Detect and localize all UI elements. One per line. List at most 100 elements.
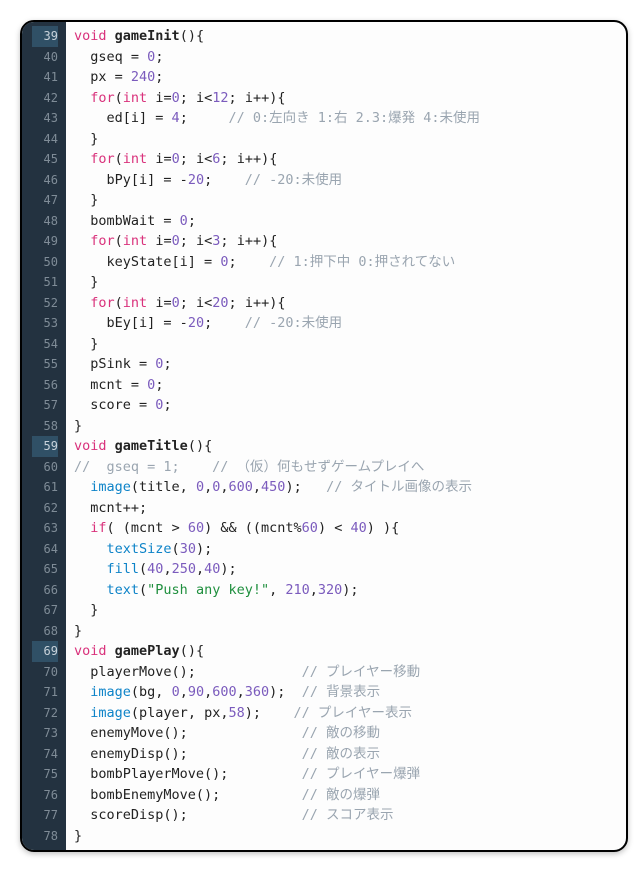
token-op: =: [163, 172, 179, 188]
token-punct: );: [220, 561, 236, 577]
token-ident: [188, 807, 302, 823]
token-num: 0: [196, 479, 204, 495]
token-ident: i: [147, 90, 163, 106]
line-number: 71: [32, 682, 58, 703]
code-line: image(player, px,58); // プレイヤー表示: [74, 703, 618, 724]
token-punct: ;: [139, 500, 147, 516]
code-line: gseq = 0;: [74, 47, 618, 68]
token-ident: [188, 110, 229, 126]
token-ident: i: [237, 151, 245, 167]
token-op: >: [172, 520, 188, 536]
token-punct: }: [90, 192, 98, 208]
token-op: =: [131, 377, 147, 393]
token-ident: [261, 705, 294, 721]
token-punct: ;: [180, 151, 196, 167]
token-punct: ;: [204, 172, 212, 188]
code-line: bombWait = 0;: [74, 211, 618, 232]
token-ident: gseq: [74, 49, 131, 65]
token-ident: i: [196, 90, 204, 106]
token-ident: i: [147, 233, 163, 249]
line-number: 44: [32, 129, 58, 150]
code-line: bEy[i] = -20; // -20:未使用: [74, 313, 618, 334]
code-line: }: [74, 826, 618, 847]
code-line: image(bg, 0,90,600,360); // 背景表示: [74, 682, 618, 703]
token-func: image: [90, 479, 131, 495]
token-op: =: [131, 49, 147, 65]
token-op: ++: [253, 90, 269, 106]
token-ident: bPy[i]: [74, 172, 163, 188]
code-line: keyState[i] = 0; // 1:押下中 0:押されてない: [74, 252, 618, 273]
token-cmt: // プレイヤー移動: [302, 664, 420, 680]
token-num: 58: [228, 705, 244, 721]
line-number: 51: [32, 272, 58, 293]
token-op: =: [163, 233, 171, 249]
token-num: 60: [302, 520, 318, 536]
token-num: 40: [204, 561, 220, 577]
token-punct: );: [269, 684, 285, 700]
token-op: -: [180, 315, 188, 331]
token-ident: [212, 172, 245, 188]
token-ident: [74, 479, 90, 495]
token-punct: }: [74, 623, 82, 639]
code-line: }: [74, 334, 618, 355]
token-punct: (: [131, 684, 139, 700]
line-number: 54: [32, 334, 58, 355]
token-op: =: [139, 356, 155, 372]
token-punct: );: [285, 479, 301, 495]
token-num: 450: [261, 479, 285, 495]
line-number: 60: [32, 457, 58, 478]
token-ident: bombEnemyMove();: [74, 787, 220, 803]
token-op: ++: [245, 233, 261, 249]
code-line: void gameTitle(){: [74, 436, 618, 457]
code-line: for(int i=0; i<20; i++){: [74, 293, 618, 314]
token-ident: [74, 541, 107, 557]
token-ident: [74, 192, 90, 208]
token-defn: gamePlay: [115, 643, 180, 659]
token-punct: }: [74, 828, 82, 844]
code-line: enemyDisp(); // 敵の表示: [74, 744, 618, 765]
token-punct: ,: [204, 479, 212, 495]
token-kw: void: [74, 28, 107, 44]
line-number: 56: [32, 375, 58, 396]
token-op: =: [163, 213, 179, 229]
token-punct: (: [139, 582, 147, 598]
token-punct: (){: [180, 28, 204, 44]
token-cmt: // 背景表示: [302, 684, 380, 700]
token-punct: ;: [220, 233, 236, 249]
line-number: 52: [32, 293, 58, 314]
token-ident: [196, 664, 302, 680]
token-punct: (: [115, 233, 123, 249]
token-num: 20: [188, 172, 204, 188]
token-ident: [228, 766, 301, 782]
token-punct: ;: [229, 295, 245, 311]
token-ident: i: [196, 233, 204, 249]
code-line: ed[i] = 4; // 0:左向き 1:右 2.3:爆発 4:未使用: [74, 108, 618, 129]
token-punct: (: [115, 295, 123, 311]
token-ident: [107, 438, 115, 454]
token-punct: ;: [180, 90, 196, 106]
token-num: 0: [172, 295, 180, 311]
token-ident: [74, 233, 90, 249]
token-punct: ( (: [107, 520, 131, 536]
token-num: 90: [188, 684, 204, 700]
token-cmt: // スコア表示: [302, 807, 394, 823]
token-punct: ): [204, 520, 220, 536]
token-ident: [237, 254, 270, 270]
token-cmt: // 敵の移動: [302, 725, 380, 741]
token-cmt: // プレイヤー表示: [294, 705, 412, 721]
token-type: int: [123, 295, 147, 311]
token-num: 210: [285, 582, 309, 598]
line-number: 77: [32, 805, 58, 826]
token-op: =: [163, 315, 179, 331]
line-number: 78: [32, 826, 58, 847]
token-num: 20: [212, 295, 228, 311]
token-punct: ,: [196, 561, 204, 577]
token-ident: title,: [139, 479, 196, 495]
token-num: 0: [180, 213, 188, 229]
token-punct: ,: [253, 479, 261, 495]
token-ident: mcnt: [74, 500, 123, 516]
code-line: if( (mcnt > 60) && ((mcnt%60) < 40) ){: [74, 518, 618, 539]
token-ident: i: [147, 295, 163, 311]
token-kw: if: [90, 520, 106, 536]
code-frame: 3940414243444546474849505152535455565758…: [20, 20, 628, 852]
